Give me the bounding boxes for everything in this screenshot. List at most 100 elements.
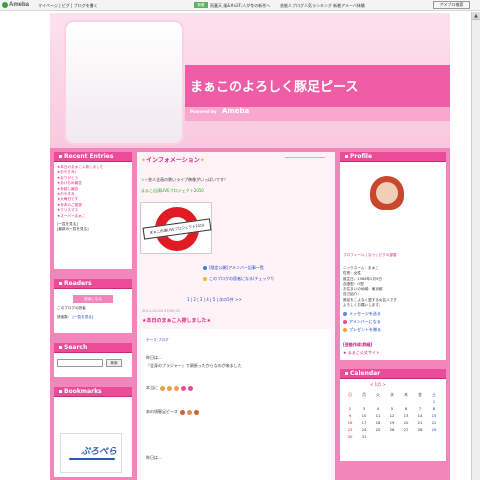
bulb-icon: [203, 277, 207, 281]
calendar-day[interactable]: 23: [343, 426, 357, 433]
special-title[interactable]: [芸能作成:詳細]: [343, 342, 372, 348]
calendar-day[interactable]: 20: [399, 419, 413, 426]
bullet-icon: [345, 372, 348, 375]
calendar-label: Calendar: [350, 370, 381, 377]
live-project-banner[interactable]: まぁこ出演LIVEプロジェクト2010: [140, 202, 212, 254]
profile-links[interactable]: プロフィール | なう | ピグの部屋: [343, 253, 397, 258]
calendar-day[interactable]: 5: [385, 405, 399, 412]
mail-icon: [343, 312, 347, 316]
calendar-day[interactable]: 24: [357, 426, 371, 433]
amember-list-link[interactable]: [限定公開]アメンバー記事一覧: [203, 265, 264, 271]
readers-title: Readers: [54, 279, 132, 289]
pig-icon: [186, 409, 192, 415]
calendar-day[interactable]: 30: [343, 433, 357, 440]
send-present-link[interactable]: プレゼントを贈る: [343, 326, 381, 334]
scroll-up-icon[interactable]: ▲: [472, 12, 480, 20]
calendar-day[interactable]: 18: [371, 419, 385, 426]
official-site-link[interactable]: ★ まぁこ公式サイト: [343, 350, 380, 356]
bullet-icon: [59, 282, 62, 285]
send-present-label: プレゼントを贈る: [349, 327, 381, 332]
calendar-title: Calendar: [340, 369, 446, 379]
calendar-day[interactable]: 16: [343, 419, 357, 426]
calendar-day[interactable]: 1: [427, 398, 441, 405]
profile-details: ニックネーム：まぁこ 性別：女性 誕生日：1986年2月5日 血液型：O型 お住…: [343, 266, 397, 308]
bookmark-banner[interactable]: ぷろぺら: [60, 433, 122, 473]
calendar-day[interactable]: 3: [357, 405, 371, 412]
readers-desc: このブログの読者: [57, 306, 86, 310]
search-input[interactable]: [57, 359, 103, 367]
post-line: 昨日は…: [146, 455, 162, 460]
bookmark-brand: ぷろぺら: [81, 447, 118, 457]
weekday-label: 土: [432, 392, 436, 397]
calendar-day[interactable]: 4: [371, 405, 385, 412]
pig-foot-icon: [179, 409, 185, 415]
become-amember-label: アメンバーになる: [349, 319, 381, 324]
reader-register-link[interactable]: このブログの読者になる(チェック!): [203, 276, 274, 282]
post-title[interactable]: ★本日のまぁこ入荷しました★: [142, 317, 211, 324]
ameba-top-bar: Ameba マイページ | ピグ | ブログを書く 新着 雨蓋天 風&#x2F;…: [0, 0, 480, 11]
calendar-day[interactable]: 11: [371, 412, 385, 419]
ameba-logo[interactable]: Ameba: [9, 2, 29, 8]
calendar-day[interactable]: 27: [399, 426, 413, 433]
post-theme[interactable]: テーマ:ブログ: [146, 338, 169, 343]
blog-title[interactable]: まぁこのよろしく豚足ピース: [190, 76, 358, 95]
emoji-icon: [167, 385, 172, 391]
powered-by-ameba-logo[interactable]: Ameba: [222, 107, 249, 115]
search-button[interactable]: 検索: [106, 359, 122, 367]
calendar-day[interactable]: 31: [357, 433, 371, 440]
calendar-day[interactable]: 21: [413, 419, 427, 426]
post-line-emoji: あの頃豚足ピース: [146, 409, 199, 415]
amember-list-label: [限定公開]アメンバー記事一覧: [209, 265, 264, 270]
ameblo-search-button[interactable]: アメブロ検索: [433, 1, 470, 9]
calendar-day[interactable]: 7: [413, 405, 427, 412]
calendar-day[interactable]: 2: [343, 405, 357, 412]
recent-all-link[interactable]: [最新の一覧を見る]: [57, 227, 129, 232]
calendar-day[interactable]: 15: [427, 412, 441, 419]
calendar-month[interactable]: < 1月 >: [370, 382, 386, 388]
bullet-icon: [59, 390, 62, 393]
calendar-day[interactable]: 8: [427, 405, 441, 412]
become-reader-button[interactable]: 読者になる: [73, 295, 113, 303]
scrollbar[interactable]: ▲: [471, 12, 480, 480]
calendar-day[interactable]: 19: [385, 419, 399, 426]
pagination[interactable]: 1 | 2 | 3 | 4 | 5 | 次の5件 >>: [187, 297, 242, 303]
news-ticker-2[interactable]: 芸能人ブログ人気ランキング 新着アメーバ体験: [280, 3, 365, 9]
divider: [285, 157, 325, 158]
weekday-label: 日: [348, 392, 352, 397]
star-icon: ✦: [199, 157, 205, 164]
calendar-day[interactable]: 17: [357, 419, 371, 426]
calendar-day[interactable]: 10: [357, 412, 371, 419]
weekday-label: 木: [404, 392, 408, 397]
calendar-day[interactable]: 26: [385, 426, 399, 433]
powered-by-label: Powered by: [190, 109, 217, 114]
calendar-day[interactable]: 13: [399, 412, 413, 419]
weekday-label: 月: [362, 392, 366, 397]
right-sidebar: Profile プロフィール | なう | ピグの部屋 ニックネーム：まぁこ 性…: [340, 152, 446, 461]
calendar-day[interactable]: 12: [385, 412, 399, 419]
search-box: 検索: [54, 353, 132, 377]
profile-avatar-face: [376, 182, 398, 204]
profile-line: よろしくお願いします。: [343, 303, 383, 308]
calendar-day[interactable]: 9: [343, 412, 357, 419]
main-content: ✦インフォメーション✦ ☆☆芸人企画の熱いライブ映像がいっぱいです！ まぁこ出演…: [137, 152, 335, 480]
post-line: 昨日は…: [146, 355, 162, 360]
readers-count: 読者数： [一覧を見る]: [57, 315, 129, 320]
calendar-day[interactable]: 22: [427, 419, 441, 426]
ameba-logo-icon[interactable]: [2, 2, 8, 8]
information-label: インフォメーション: [146, 157, 200, 164]
recent-entries-label: Recent Entries: [64, 153, 114, 160]
calendar-day[interactable]: 29: [427, 426, 441, 433]
calendar-day[interactable]: 14: [413, 412, 427, 419]
gift-icon: [343, 328, 347, 332]
send-message-link[interactable]: メッセージを送る: [343, 310, 381, 318]
top-nav[interactable]: マイページ | ピグ | ブログを書く: [38, 3, 98, 9]
calendar-day[interactable]: 28: [413, 426, 427, 433]
news-ticker[interactable]: 雨蓋天 風&#x2F;人が冬の新作へ: [210, 3, 270, 9]
profile-label: Profile: [350, 153, 373, 160]
calendar-day[interactable]: 25: [371, 426, 385, 433]
become-amember-link[interactable]: アメンバーになる: [343, 318, 381, 326]
special-box: [芸能作成:詳細] ★ まぁこ公式サイト: [340, 340, 446, 360]
calendar-day[interactable]: 6: [399, 405, 413, 412]
readers-more-link[interactable]: [一覧を見る]: [73, 315, 94, 319]
info-link[interactable]: まぁこ出演LIVEプロジェクト2010: [141, 188, 204, 194]
